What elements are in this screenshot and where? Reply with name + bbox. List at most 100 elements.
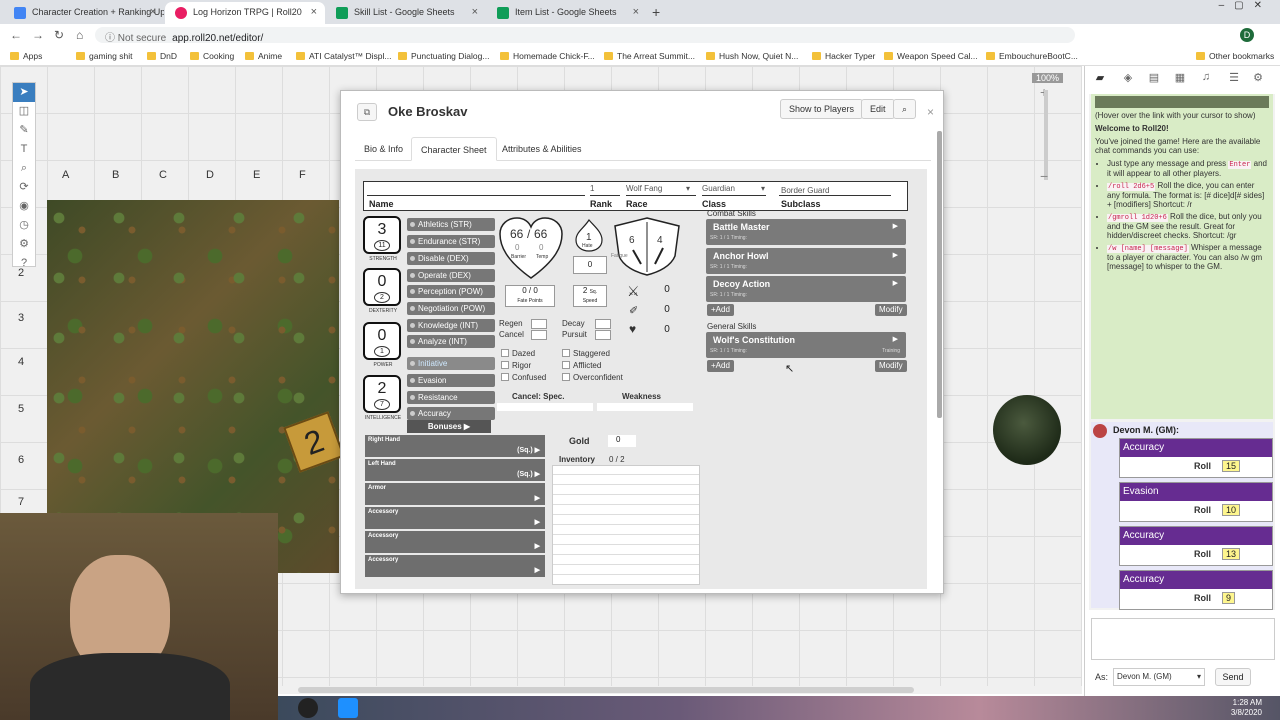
- collection-icon[interactable]: ☰: [1227, 71, 1241, 85]
- show-to-players-button[interactable]: Show to Players: [780, 99, 864, 119]
- zoom-out-icon[interactable]: −: [1040, 168, 1048, 184]
- combat-skill-card[interactable]: Decoy Action SR: 1 / 1 Timing: ▶: [706, 276, 906, 302]
- text-icon[interactable]: T: [13, 140, 35, 159]
- bookmark-item[interactable]: EmbouchureBootC...: [986, 51, 1078, 61]
- condition-checkbox[interactable]: Staggered: [562, 349, 610, 358]
- evasion-button[interactable]: Evasion: [407, 374, 495, 387]
- condition-checkbox[interactable]: Confused: [501, 373, 546, 382]
- expand-icon[interactable]: ▶: [893, 335, 898, 343]
- cancel-spec-field[interactable]: [497, 403, 593, 411]
- speed-box[interactable]: 2 Sq. Speed: [573, 285, 607, 307]
- weapon-value[interactable]: 0: [647, 284, 687, 298]
- bookmark-item[interactable]: Homemade Chick-F...: [500, 51, 595, 61]
- skill-button[interactable]: Endurance (STR): [407, 235, 495, 248]
- roll-result[interactable]: 13: [1222, 548, 1241, 560]
- general-skill-card[interactable]: Wolf's Constitution SR: 1 / 1 Timing: Trai…: [706, 332, 906, 358]
- expand-icon[interactable]: ▶: [893, 222, 898, 230]
- hp-current[interactable]: 66: [510, 227, 523, 241]
- equipment-slot[interactable]: Armor ▶: [365, 483, 545, 505]
- close-tab-icon[interactable]: ×: [472, 6, 478, 18]
- browser-tab-3[interactable]: Skill List - Google Sheets ×: [326, 2, 486, 24]
- roll-result[interactable]: 9: [1222, 592, 1236, 604]
- pursuit-field[interactable]: [595, 330, 611, 340]
- condition-checkbox[interactable]: Afflicted: [562, 361, 601, 370]
- inventory-list[interactable]: [552, 465, 700, 585]
- browser-tab-1[interactable]: Character Creation + Ranking Up ×: [4, 2, 164, 24]
- profile-avatar[interactable]: D: [1240, 28, 1254, 42]
- tab-bio[interactable]: Bio & Info: [355, 137, 412, 161]
- bookmark-item[interactable]: Weapon Speed Cal...: [884, 51, 978, 61]
- stat-box[interactable]: 01: [363, 322, 401, 360]
- add-combat-skill-button[interactable]: +Add: [707, 304, 734, 316]
- omnibox[interactable]: ⓘ Not secure app.roll20.net/editor/: [95, 27, 1075, 44]
- combat-skill-card[interactable]: Battle Master SR: 1 / 1 Timing: ▶: [706, 219, 906, 245]
- equipment-slot[interactable]: Accessory ▶: [365, 555, 545, 577]
- bookmark-item[interactable]: Cooking: [190, 51, 234, 61]
- chat-input[interactable]: [1091, 618, 1275, 660]
- weakness-field[interactable]: [597, 403, 693, 411]
- skill-button[interactable]: Perception (POW): [407, 285, 495, 298]
- chat-icon[interactable]: ▰: [1093, 71, 1107, 85]
- barrier-value[interactable]: 0: [515, 243, 519, 252]
- zoom-slider[interactable]: [1044, 90, 1048, 180]
- close-tab-icon[interactable]: ×: [311, 6, 317, 18]
- close-icon[interactable]: ×: [927, 105, 934, 119]
- window-controls[interactable]: –▢✕: [1219, 0, 1272, 11]
- expand-icon[interactable]: ▶: [893, 251, 898, 259]
- roll-result[interactable]: 10: [1222, 504, 1241, 516]
- scrollbar-thumb[interactable]: [298, 687, 914, 693]
- shield-left-value[interactable]: 6: [629, 235, 635, 246]
- subclass-field[interactable]: Border Guard: [781, 186, 829, 195]
- settings-icon[interactable]: ⚙: [13, 235, 35, 254]
- fate-points-box[interactable]: 0 / 0 Fate Points: [505, 285, 555, 307]
- home-icon[interactable]: ⌂: [76, 28, 83, 42]
- new-tab-button[interactable]: +: [652, 4, 660, 20]
- select-tool-icon[interactable]: ➤: [13, 83, 35, 102]
- condition-checkbox[interactable]: Overconfident: [562, 373, 623, 382]
- temp-value[interactable]: 0: [539, 243, 543, 252]
- tab-attributes[interactable]: Attributes & Abilities: [493, 137, 591, 161]
- media-player-icon[interactable]: [338, 698, 358, 718]
- fatigue-field[interactable]: 0: [573, 256, 607, 274]
- race-select[interactable]: Wolf Fang: [626, 184, 662, 193]
- bookmark-item[interactable]: Other bookmarks: [1196, 51, 1274, 61]
- bookmark-item[interactable]: The Arreat Summit...: [604, 51, 695, 61]
- dialog-scrollbar[interactable]: [937, 131, 942, 418]
- bookmark-item[interactable]: gaming shit: [76, 51, 132, 61]
- compendium-icon[interactable]: ▦: [1173, 71, 1187, 85]
- reload-icon[interactable]: ↻: [54, 28, 64, 42]
- send-button[interactable]: Send: [1215, 668, 1251, 686]
- tab-character-sheet[interactable]: Character Sheet: [411, 137, 497, 161]
- jukebox-icon[interactable]: ♫: [1199, 71, 1213, 85]
- bush-token[interactable]: [993, 395, 1061, 465]
- turn-icon[interactable]: ◷: [13, 216, 35, 235]
- bookmark-item[interactable]: Hacker Typer: [812, 51, 875, 61]
- dice-icon[interactable]: ⟳: [13, 178, 35, 197]
- bookmark-item[interactable]: DnD: [147, 51, 177, 61]
- initiative-button[interactable]: Initiative: [407, 357, 495, 370]
- condition-checkbox[interactable]: Dazed: [501, 349, 535, 358]
- back-icon[interactable]: ←: [10, 28, 22, 42]
- accuracy-button[interactable]: Accuracy: [407, 407, 495, 420]
- cancel-field[interactable]: [531, 330, 547, 340]
- class-select[interactable]: Guardian: [702, 184, 735, 193]
- browser-tab-4[interactable]: Item List - Google Sheets ×: [487, 2, 647, 24]
- condition-checkbox[interactable]: Rigor: [501, 361, 531, 370]
- magic-value[interactable]: 0: [647, 304, 687, 318]
- chat-log[interactable]: (Hover over the link with your cursor to…: [1089, 94, 1275, 610]
- stat-box[interactable]: 3 11: [363, 216, 401, 254]
- modify-general-skill-button[interactable]: Modify: [875, 360, 907, 372]
- shield-right-value[interactable]: 4: [657, 235, 663, 246]
- modify-combat-skill-button[interactable]: Modify: [875, 304, 907, 316]
- speaking-as-select[interactable]: Devon M. (GM) ▾: [1113, 668, 1205, 686]
- bonuses-button[interactable]: Bonuses ▶: [407, 420, 491, 433]
- layers-icon[interactable]: ◫: [13, 102, 35, 121]
- stat-box[interactable]: 02: [363, 268, 401, 306]
- edit-button[interactable]: Edit: [861, 99, 895, 119]
- inventory-count[interactable]: 0 / 2: [609, 455, 625, 464]
- search-icon[interactable]: ⌕: [893, 99, 917, 119]
- zoom-icon[interactable]: ⌕: [13, 159, 35, 178]
- hate-value[interactable]: 1: [586, 232, 592, 243]
- bookmark-item[interactable]: ATI Catalyst™ Displ...: [296, 51, 392, 61]
- art-library-icon[interactable]: ◈: [1121, 71, 1135, 85]
